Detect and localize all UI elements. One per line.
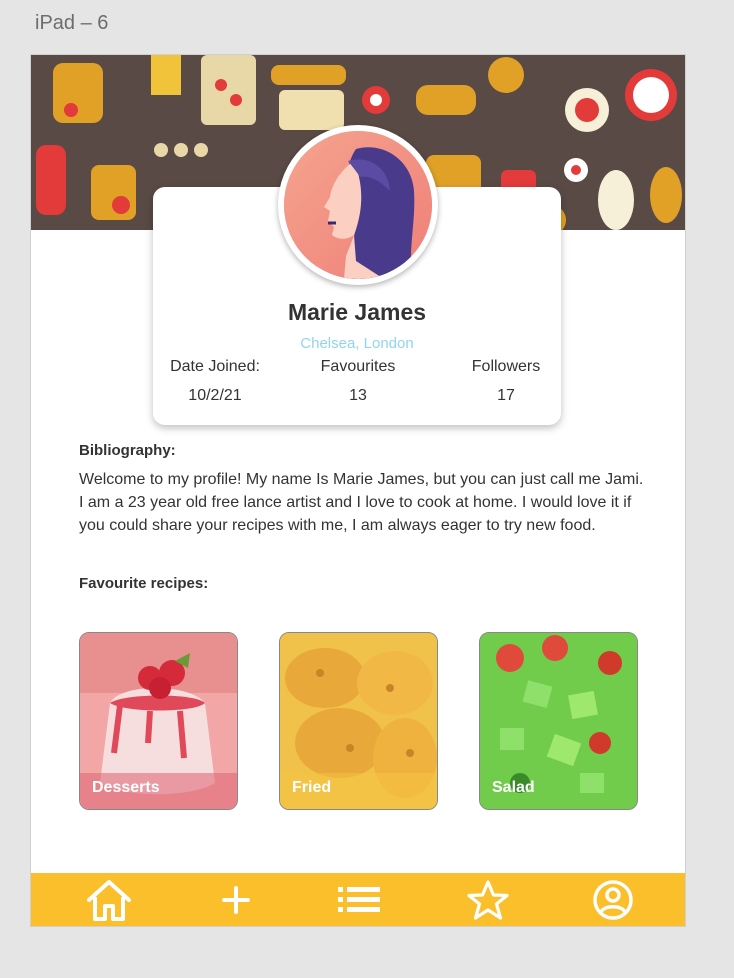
stat-date-joined-label: Date Joined: xyxy=(170,358,260,375)
stat-favourites-label: Favourites xyxy=(320,358,396,375)
profile-name: Marie James xyxy=(287,299,427,325)
stat-followers-value: 17 xyxy=(497,387,515,404)
stat-favourites-value: 13 xyxy=(349,387,367,404)
recipe-tile-salad[interactable]: Salad xyxy=(479,632,638,810)
star-icon[interactable] xyxy=(463,877,513,923)
stat-date-joined-value: 10/2/21 xyxy=(188,387,242,404)
recipe-tile-label: Salad xyxy=(492,779,535,796)
home-icon[interactable] xyxy=(84,877,134,923)
list-icon[interactable] xyxy=(334,877,384,923)
recipe-tile-label: Desserts xyxy=(92,779,160,796)
bio-heading: Bibliography: xyxy=(79,442,176,459)
bottom-nav xyxy=(31,873,685,926)
avatar[interactable] xyxy=(278,125,438,285)
recipe-tile-fried[interactable]: Fried xyxy=(279,632,438,810)
stat-followers-label: Followers xyxy=(471,358,541,375)
artboard-label: iPad – 6 xyxy=(35,12,109,34)
account-icon[interactable] xyxy=(588,877,638,923)
recipe-tile-label: Fried xyxy=(292,779,332,796)
plus-icon[interactable] xyxy=(211,877,261,923)
profile-location: Chelsea, London xyxy=(300,335,414,352)
bio-text: Welcome to my profile! My name Is Marie … xyxy=(79,471,644,534)
favourite-recipes-heading: Favourite recipes: xyxy=(79,575,209,592)
profile-screen: Marie James Chelsea, London Date Joined:… xyxy=(31,55,685,926)
recipe-tile-desserts[interactable]: Desserts xyxy=(79,632,238,810)
